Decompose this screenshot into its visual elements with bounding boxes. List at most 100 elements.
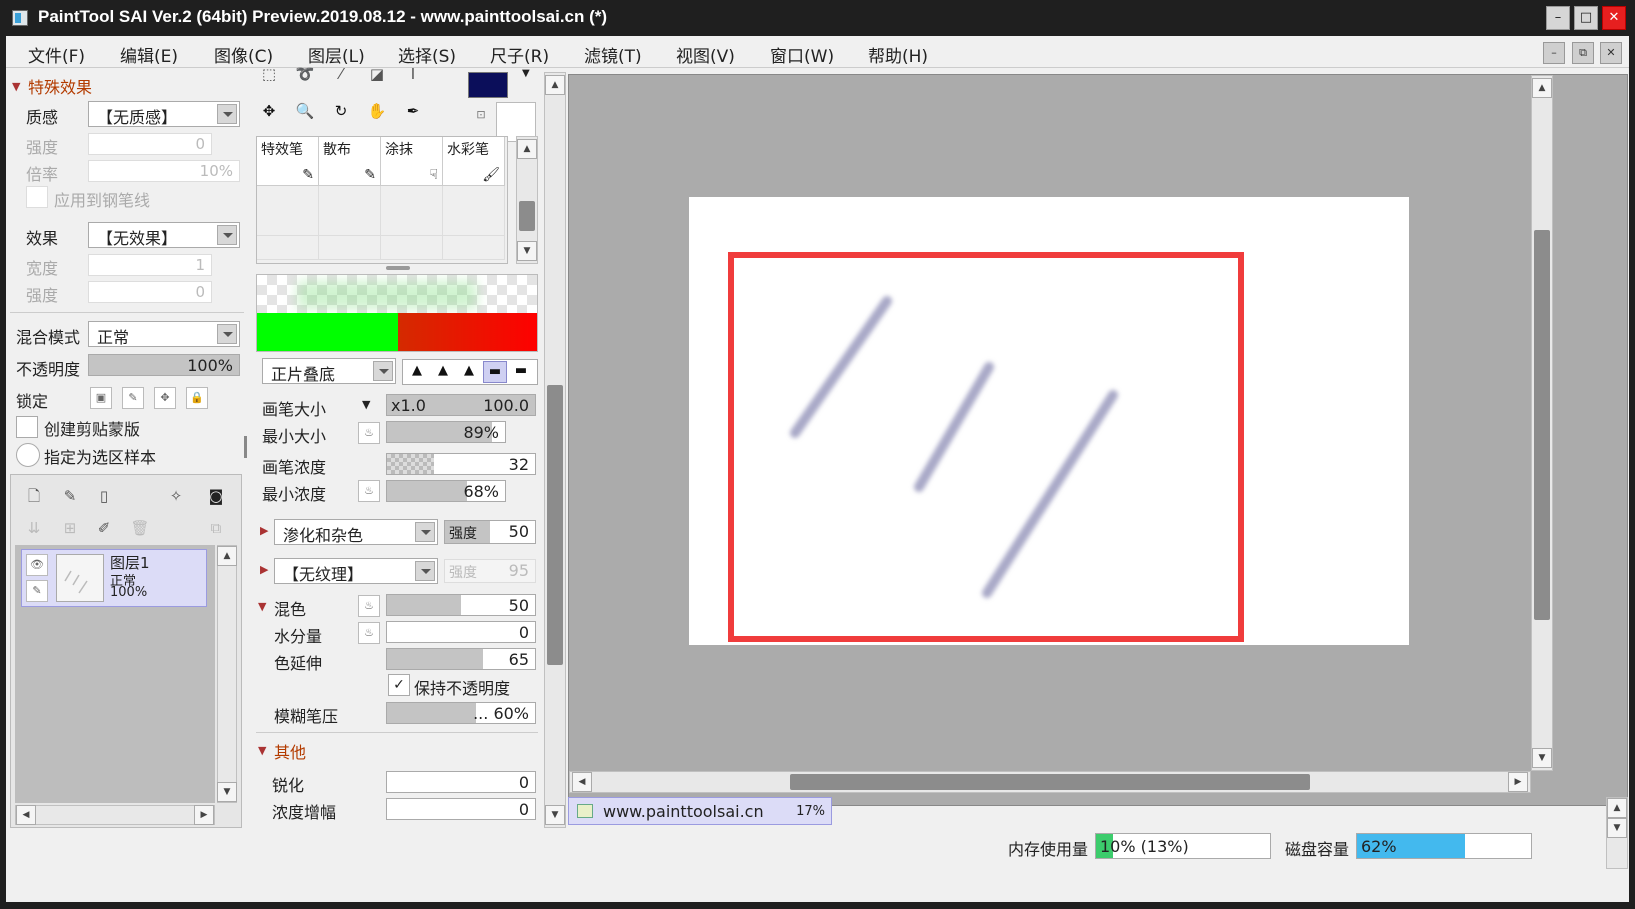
strength2-field[interactable]: 0: [88, 281, 212, 303]
density-slider[interactable]: 32: [386, 453, 536, 475]
sharpen-slider[interactable]: 0: [386, 771, 536, 793]
layer-row[interactable]: 👁 ✎ 图层1 正常 100%: [21, 549, 207, 607]
transfer-icon[interactable]: ⧉: [203, 515, 229, 541]
lock-paint-icon[interactable]: ✎: [122, 387, 144, 409]
scroll-up-button[interactable]: ▲: [1607, 798, 1627, 818]
rect-select-icon[interactable]: ⬚: [256, 67, 282, 82]
scroll-down-button[interactable]: ▼: [1532, 748, 1552, 768]
empty-brush-slot[interactable]: [257, 186, 319, 236]
clip-mask-checkbox[interactable]: [16, 416, 38, 438]
bleed-select[interactable]: 渗化和杂色: [274, 519, 438, 545]
scroll-down-button[interactable]: ▼: [1607, 818, 1627, 838]
empty-brush-slot[interactable]: [443, 186, 505, 236]
tab-strip-scrollbar[interactable]: ▲ ▼: [1606, 797, 1628, 869]
scroll-up-button[interactable]: ▲: [1532, 78, 1552, 98]
menu-file[interactable]: 文件(F): [28, 42, 85, 67]
expand-arrow-icon[interactable]: ▶: [260, 563, 268, 576]
pressure-icon[interactable]: ♨: [358, 622, 380, 644]
brush-blend-select[interactable]: 正片叠底: [262, 358, 396, 384]
strength-field[interactable]: 0: [88, 133, 212, 155]
shape-soft-icon[interactable]: ▲: [457, 361, 481, 383]
document-tab[interactable]: www.painttoolsai.cn 17%: [568, 797, 832, 825]
stretch-slider[interactable]: 65: [386, 648, 536, 670]
expand-arrow-icon[interactable]: ▶: [260, 524, 268, 537]
filter-layer-icon[interactable]: ✧: [163, 483, 189, 509]
tool-panel-scrollbar[interactable]: ▲ ▼: [544, 72, 566, 828]
maximize-button[interactable]: □: [1574, 6, 1598, 30]
scroll-thumb[interactable]: [790, 774, 1310, 790]
collapse-arrow-icon[interactable]: ▼: [12, 80, 20, 93]
scroll-up-button[interactable]: ▲: [517, 139, 537, 159]
text-icon[interactable]: I: [400, 67, 426, 82]
lock-move-icon[interactable]: ✥: [154, 387, 176, 409]
texture-strength-slider[interactable]: 强度 95: [444, 559, 536, 583]
new-pen-layer-icon[interactable]: ✎: [57, 483, 83, 509]
lasso-icon[interactable]: ➰: [292, 67, 318, 82]
brush-size-slider[interactable]: x1.0 100.0: [386, 394, 536, 416]
empty-brush-slot[interactable]: [319, 186, 381, 236]
shape-medium-icon[interactable]: ▲: [431, 361, 455, 383]
menu-select[interactable]: 选择(S): [398, 42, 456, 67]
empty-brush-slot[interactable]: [443, 236, 505, 260]
shape-sharp-icon[interactable]: ▲: [405, 361, 429, 383]
amplify-slider[interactable]: 0: [386, 798, 536, 820]
scroll-thumb[interactable]: [519, 201, 535, 231]
primary-color-swatch[interactable]: [468, 72, 508, 98]
apply-pen-checkbox[interactable]: [26, 186, 48, 208]
magic-wand-icon[interactable]: ⁄: [328, 67, 354, 82]
keep-opacity-checkbox[interactable]: ✓: [388, 674, 410, 696]
selection-sample-radio[interactable]: [16, 443, 40, 467]
shape-square-icon[interactable]: ▬: [509, 361, 533, 383]
lock-all-icon[interactable]: 🔒: [186, 387, 208, 409]
pressure-icon[interactable]: ♨: [358, 595, 380, 617]
scale-field[interactable]: 10%: [88, 160, 240, 182]
scroll-thumb[interactable]: [547, 385, 563, 665]
new-layer-icon[interactable]: 🗋: [21, 483, 47, 509]
blend-mode-select[interactable]: 正常: [88, 321, 240, 347]
hand-icon[interactable]: ✋: [364, 98, 390, 124]
brush-cell-scatter[interactable]: 散布 ✎: [319, 137, 381, 186]
scroll-left-button[interactable]: ◀: [572, 772, 592, 792]
close-button[interactable]: ✕: [1602, 6, 1626, 30]
copy-layer-icon[interactable]: ⊞: [57, 515, 83, 541]
scroll-left-button[interactable]: ◀: [16, 805, 36, 825]
menu-view[interactable]: 视图(V): [676, 42, 735, 67]
bleed-strength-slider[interactable]: 强度 50: [444, 520, 536, 544]
color-reset-icon[interactable]: ⊡: [472, 108, 490, 126]
brush-cell-watercolor[interactable]: 水彩笔 🖌: [443, 137, 505, 186]
scroll-right-button[interactable]: ▶: [194, 805, 214, 825]
collapse-arrow-icon[interactable]: ▼: [258, 744, 266, 757]
water-slider[interactable]: 0: [386, 621, 536, 643]
pressure-icon[interactable]: ♨: [358, 480, 380, 502]
mdi-close-button[interactable]: ✕: [1600, 42, 1622, 64]
scroll-down-button[interactable]: ▼: [545, 805, 565, 825]
lock-pixels-icon[interactable]: ▣: [90, 387, 112, 409]
min-size-slider[interactable]: 89%: [386, 421, 506, 443]
texture-select[interactable]: 【无质感】: [88, 101, 240, 127]
mask-icon[interactable]: ◙: [203, 483, 229, 509]
brush-cell-smudge[interactable]: 涂抹 ☟: [381, 137, 443, 186]
menu-image[interactable]: 图像(C): [214, 42, 273, 67]
scroll-down-button[interactable]: ▼: [517, 241, 537, 261]
menu-ruler[interactable]: 尺子(R): [490, 42, 549, 67]
scroll-up-button[interactable]: ▲: [217, 546, 237, 566]
menu-filter[interactable]: 滤镜(T): [584, 42, 642, 67]
canvas-vscrollbar[interactable]: ▲ ▼: [1531, 75, 1553, 771]
resize-handle[interactable]: [386, 266, 410, 270]
scroll-right-button[interactable]: ▶: [1508, 772, 1528, 792]
canvas-document[interactable]: [689, 197, 1409, 645]
eyedropper-icon[interactable]: ✒: [400, 98, 426, 124]
brush-grid-scrollbar[interactable]: ▲ ▼: [516, 136, 538, 264]
menu-window[interactable]: 窗口(W): [770, 42, 834, 67]
layer-list-scrollbar[interactable]: ▲ ▼: [217, 545, 237, 803]
canvas-viewport[interactable]: ▲ ▼ ◀ ▶: [568, 74, 1628, 806]
mix-slider[interactable]: 50: [386, 594, 536, 616]
merge-down-icon[interactable]: ⇊: [21, 515, 47, 541]
color-menu-arrow-icon[interactable]: ▼: [522, 68, 530, 79]
brush-cell-effect-pen[interactable]: 特效笔 ✎: [257, 137, 319, 186]
rotate-icon[interactable]: ↻: [328, 98, 354, 124]
panel-splitter[interactable]: [244, 436, 247, 458]
pressure-icon[interactable]: ♨: [358, 422, 380, 444]
empty-brush-slot[interactable]: [319, 236, 381, 260]
clear-layer-icon[interactable]: ✐: [91, 515, 117, 541]
